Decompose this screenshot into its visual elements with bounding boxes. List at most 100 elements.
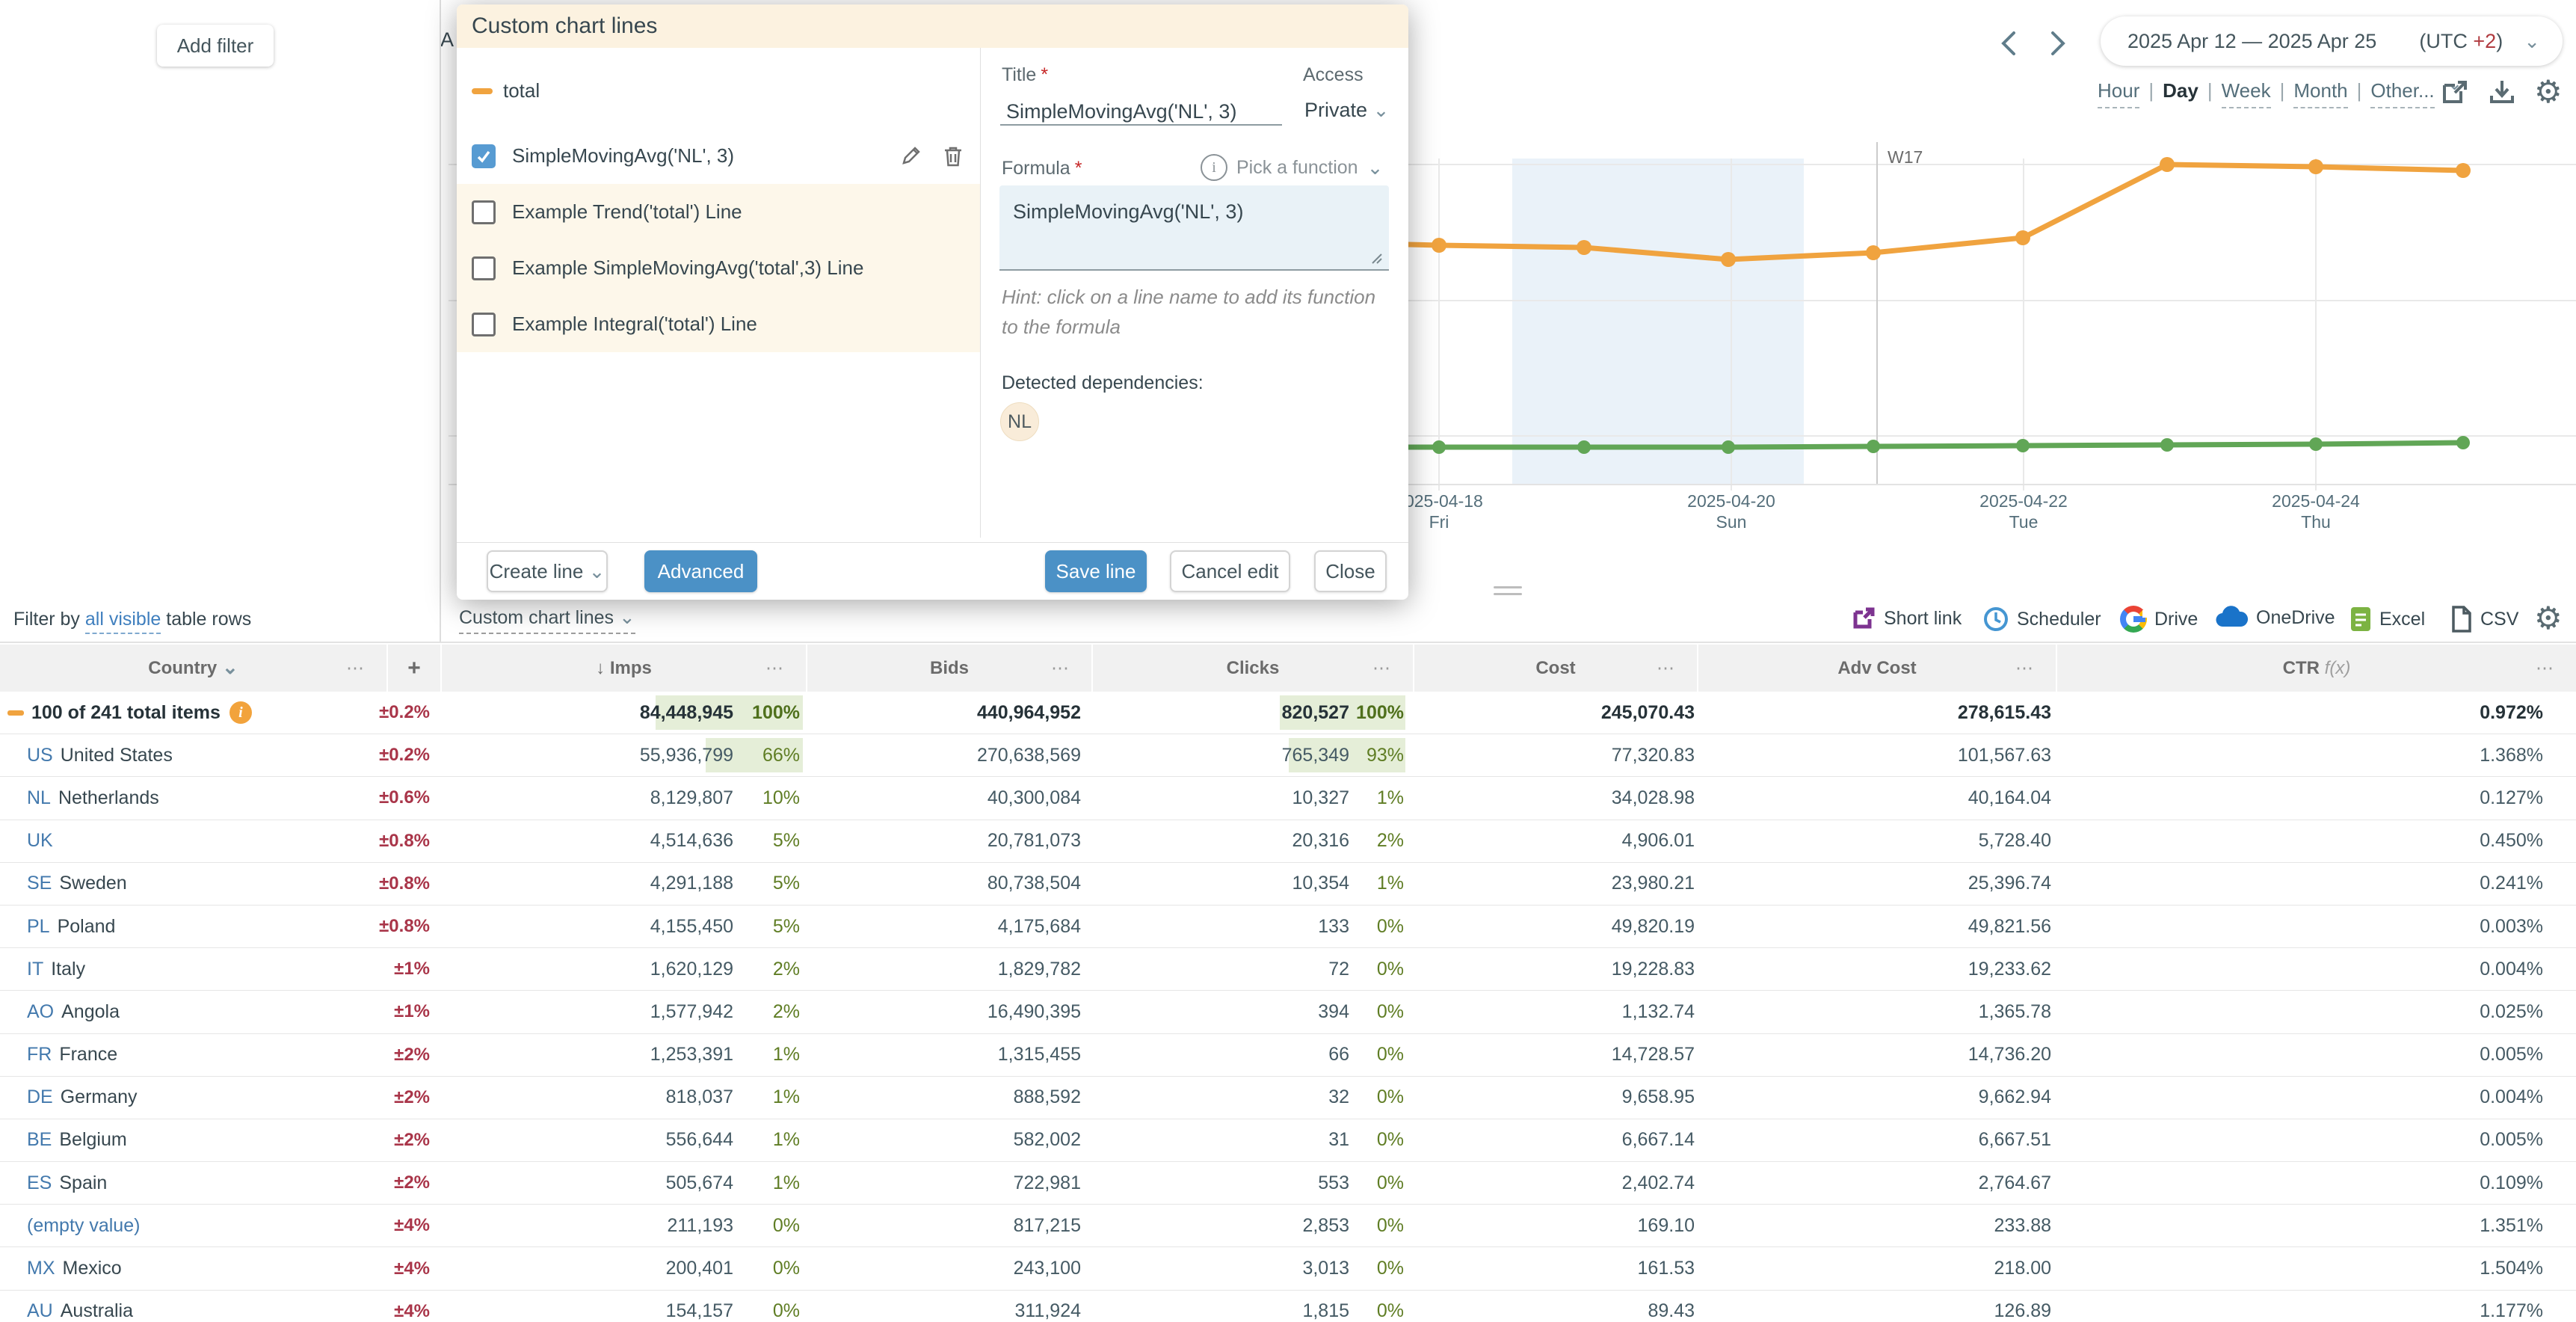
- country-column-menu[interactable]: ⋯: [346, 657, 366, 679]
- delete-trash-icon[interactable]: [943, 145, 964, 167]
- imps-cell: 1,253,391: [440, 1034, 736, 1076]
- google-drive-button[interactable]: Drive: [2120, 606, 2198, 633]
- cost-column-menu[interactable]: ⋯: [1657, 657, 1676, 679]
- short-link-button[interactable]: Short link: [1851, 606, 1962, 631]
- chart-line-label[interactable]: Example SimpleMovingAvg('total',3) Line: [512, 256, 980, 280]
- bids-cell: 582,002: [806, 1119, 1091, 1161]
- country-code-link[interactable]: US: [27, 745, 53, 766]
- table-settings-gear-icon[interactable]: ⚙: [2534, 603, 2563, 634]
- column-header-ctr[interactable]: CTR f(x) ⋯: [2056, 645, 2576, 692]
- close-button[interactable]: Close: [1314, 550, 1387, 592]
- access-select[interactable]: Private ⌄: [1304, 99, 1389, 122]
- next-period-chevron[interactable]: [2045, 27, 2071, 60]
- chart-line-label[interactable]: Example Integral('total') Line: [512, 313, 980, 336]
- country-code-link[interactable]: UK: [27, 830, 53, 852]
- imps-column-menu[interactable]: ⋯: [765, 657, 785, 679]
- checkbox-checked[interactable]: [472, 144, 496, 168]
- country-cell[interactable]: DEGermany: [0, 1077, 386, 1119]
- chart-resize-handle[interactable]: [1494, 586, 1522, 600]
- country-code-link[interactable]: PL: [27, 916, 50, 938]
- column-header-imps[interactable]: ↓ Imps ⋯: [440, 645, 806, 692]
- series-marker: [2160, 157, 2175, 172]
- pick-a-function-dropdown[interactable]: i Pick a function ⌄: [1201, 154, 1383, 181]
- clicks-column-menu[interactable]: ⋯: [1372, 657, 1392, 679]
- date-range-picker[interactable]: 2025 Apr 12 — 2025 Apr 25 (UTC +2) ⌄: [2101, 16, 2563, 66]
- scheduler-button[interactable]: Scheduler: [1982, 606, 2101, 633]
- resize-grip-icon[interactable]: [1369, 251, 1383, 265]
- edit-pencil-icon[interactable]: [899, 145, 922, 167]
- country-cell[interactable]: (empty value): [0, 1205, 386, 1246]
- country-cell[interactable]: NLNetherlands: [0, 777, 386, 819]
- country-code-link[interactable]: MX: [27, 1258, 55, 1279]
- chart-line-label[interactable]: SimpleMovingAvg('NL', 3): [512, 144, 883, 167]
- country-code-link[interactable]: AU: [27, 1300, 53, 1322]
- dependency-chip-nl[interactable]: NL: [1000, 402, 1039, 441]
- csv-button[interactable]: CSV: [2450, 606, 2518, 633]
- all-visible-link[interactable]: all visible: [85, 609, 161, 634]
- country-code-link[interactable]: BE: [27, 1129, 52, 1151]
- add-filter-button[interactable]: Add filter: [157, 25, 274, 67]
- advanced-button[interactable]: Advanced: [644, 550, 757, 592]
- country-code-link[interactable]: DE: [27, 1086, 53, 1108]
- onedrive-button[interactable]: OneDrive: [2214, 606, 2335, 630]
- country-cell[interactable]: BEBelgium: [0, 1119, 386, 1161]
- chart-line-label[interactable]: Example Trend('total') Line: [512, 200, 980, 224]
- bids-column-menu[interactable]: ⋯: [1051, 657, 1070, 679]
- column-header-bids[interactable]: Bids ⋯: [806, 645, 1091, 692]
- country-cell[interactable]: AUAustralia: [0, 1291, 386, 1322]
- ctr-cell: 0.005%: [2056, 1034, 2576, 1076]
- adv-cost-column-menu[interactable]: ⋯: [2015, 657, 2035, 679]
- checkbox-unchecked[interactable]: [472, 200, 496, 224]
- adv-cost-cell: 1,365.78: [1697, 991, 2056, 1033]
- ctr-cell: 1.351%: [2056, 1205, 2576, 1246]
- country-cell[interactable]: USUnited States: [0, 734, 386, 776]
- x-tick-day: Fri: [1429, 512, 1449, 532]
- empty-value-link[interactable]: (empty value): [27, 1215, 140, 1237]
- ctr-column-menu[interactable]: ⋯: [2536, 657, 2555, 679]
- country-cell[interactable]: UK: [0, 820, 386, 862]
- country-code-link[interactable]: AO: [27, 1001, 54, 1023]
- ctr-cell: 0.127%: [2056, 777, 2576, 819]
- save-line-button[interactable]: Save line: [1045, 550, 1147, 592]
- country-code-link[interactable]: IT: [27, 959, 43, 980]
- checkbox-unchecked[interactable]: [472, 256, 496, 280]
- uncertainty-cell: ±0.8%: [386, 906, 440, 947]
- country-cell[interactable]: MXMexico: [0, 1247, 386, 1289]
- series-marker: [2016, 439, 2030, 452]
- country-cell[interactable]: AOAngola: [0, 991, 386, 1033]
- country-code-link[interactable]: ES: [27, 1172, 52, 1194]
- create-line-button[interactable]: Create line ⌄: [487, 550, 608, 592]
- uncertainty-cell: ±0.6%: [386, 777, 440, 819]
- clicks-pct-cell: 2%: [1355, 820, 1413, 862]
- country-cell[interactable]: PLPoland: [0, 906, 386, 947]
- clicks-cell: 820,527: [1091, 692, 1355, 734]
- excel-button[interactable]: Excel: [2349, 606, 2425, 633]
- total-series-label[interactable]: total: [503, 79, 540, 102]
- country-cell[interactable]: ESSpain: [0, 1162, 386, 1204]
- column-header-add[interactable]: +: [386, 645, 440, 692]
- country-cell[interactable]: 100 of 241 total itemsi: [0, 692, 386, 734]
- country-code-link[interactable]: FR: [27, 1044, 52, 1066]
- formula-textarea[interactable]: SimpleMovingAvg('NL', 3): [999, 185, 1389, 271]
- column-header-cost[interactable]: Cost ⋯: [1413, 645, 1697, 692]
- column-header-adv-cost[interactable]: Adv Cost ⋯: [1697, 645, 2056, 692]
- series-marker: [2160, 438, 2174, 452]
- column-header-country[interactable]: Country ⌄ ⋯: [0, 645, 386, 692]
- table-row: AUAustralia±4%154,1570%311,9241,8150%89.…: [0, 1291, 2576, 1322]
- title-input[interactable]: SimpleMovingAvg('NL', 3): [1006, 100, 1236, 123]
- country-code-link[interactable]: SE: [27, 873, 52, 894]
- prev-period-chevron[interactable]: [1996, 27, 2021, 60]
- country-cell[interactable]: SESweden: [0, 863, 386, 905]
- uncertainty-cell: ±0.2%: [386, 692, 440, 734]
- country-cell[interactable]: ITItaly: [0, 948, 386, 990]
- info-icon[interactable]: i: [229, 701, 252, 724]
- country-cell[interactable]: FRFrance: [0, 1034, 386, 1076]
- clicks-cell: 10,354: [1091, 863, 1355, 905]
- table-row: MXMexico±4%200,4010%243,1003,0130%161.53…: [0, 1247, 2576, 1290]
- checkbox-unchecked[interactable]: [472, 313, 496, 336]
- imps-cell: 200,401: [440, 1247, 736, 1289]
- column-header-clicks[interactable]: Clicks ⋯: [1091, 645, 1413, 692]
- cancel-edit-button[interactable]: Cancel edit: [1170, 550, 1290, 592]
- country-code-link[interactable]: NL: [27, 787, 51, 809]
- custom-chart-lines-dropdown[interactable]: Custom chart lines ⌄: [459, 607, 635, 629]
